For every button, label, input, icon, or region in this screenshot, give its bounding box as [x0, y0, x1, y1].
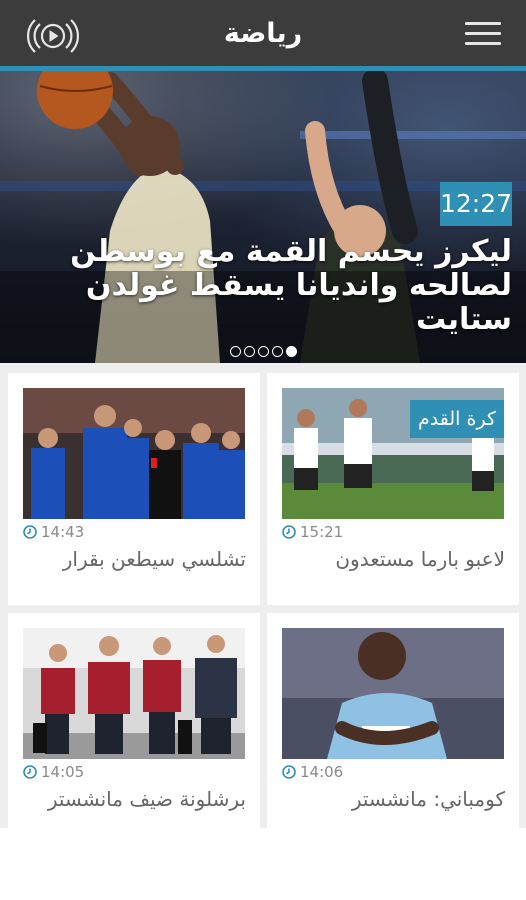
article-time: 14:06 — [300, 763, 344, 781]
article-time: 14:05 — [41, 763, 85, 781]
category-badge[interactable]: كرة القدم — [410, 400, 504, 438]
article-headline[interactable]: كومباني: مانشستر — [277, 786, 505, 812]
article-card[interactable]: 14:06 كومباني: مانشستر — [267, 613, 519, 828]
clock-icon — [282, 525, 296, 539]
slider-dot[interactable] — [244, 346, 255, 357]
article-thumbnail: كرة القدم — [282, 388, 504, 519]
slider-dot-active[interactable] — [286, 346, 297, 357]
slider-dot[interactable] — [258, 346, 269, 357]
clock-icon — [23, 765, 37, 779]
article-headline[interactable]: تشلسي سيطعن بقرار — [18, 546, 246, 572]
slider-dot[interactable] — [272, 346, 283, 357]
page-title: رياضة — [223, 18, 303, 49]
article-headline[interactable]: برشلونة ضيف مانشستر — [18, 786, 246, 812]
featured-slider[interactable]: 12:27 ليكرز يحسم القمة مع بوسطن لصالحه و… — [0, 71, 526, 363]
article-card[interactable]: كرة القدم 15:21 لاعبو بارما مستعدون — [267, 373, 519, 605]
article-meta: 14:05 — [23, 763, 84, 781]
article-thumbnail — [23, 388, 245, 519]
app-header: رياضة — [0, 0, 526, 71]
article-headline[interactable]: لاعبو بارما مستعدون — [277, 546, 505, 572]
article-time: 14:43 — [41, 523, 85, 541]
article-thumbnail — [282, 628, 504, 759]
article-grid: كرة القدم 15:21 لاعبو بارما مستعدون 14:4… — [0, 363, 526, 828]
article-card[interactable]: 14:43 تشلسي سيطعن بقرار — [8, 373, 260, 605]
clock-icon — [23, 525, 37, 539]
article-time: 15:21 — [300, 523, 344, 541]
hamburger-menu-icon[interactable] — [462, 22, 504, 50]
article-card[interactable]: 14:05 برشلونة ضيف مانشستر — [8, 613, 260, 828]
article-meta: 14:06 — [282, 763, 343, 781]
article-thumbnail — [23, 628, 245, 759]
featured-time-badge: 12:27 — [440, 182, 512, 226]
slider-dot[interactable] — [230, 346, 241, 357]
article-meta: 15:21 — [282, 523, 343, 541]
slider-pagination — [230, 346, 297, 358]
article-meta: 14:43 — [23, 523, 84, 541]
clock-icon — [282, 765, 296, 779]
featured-headline[interactable]: ليكرز يحسم القمة مع بوسطن لصالحه وانديان… — [16, 235, 512, 337]
